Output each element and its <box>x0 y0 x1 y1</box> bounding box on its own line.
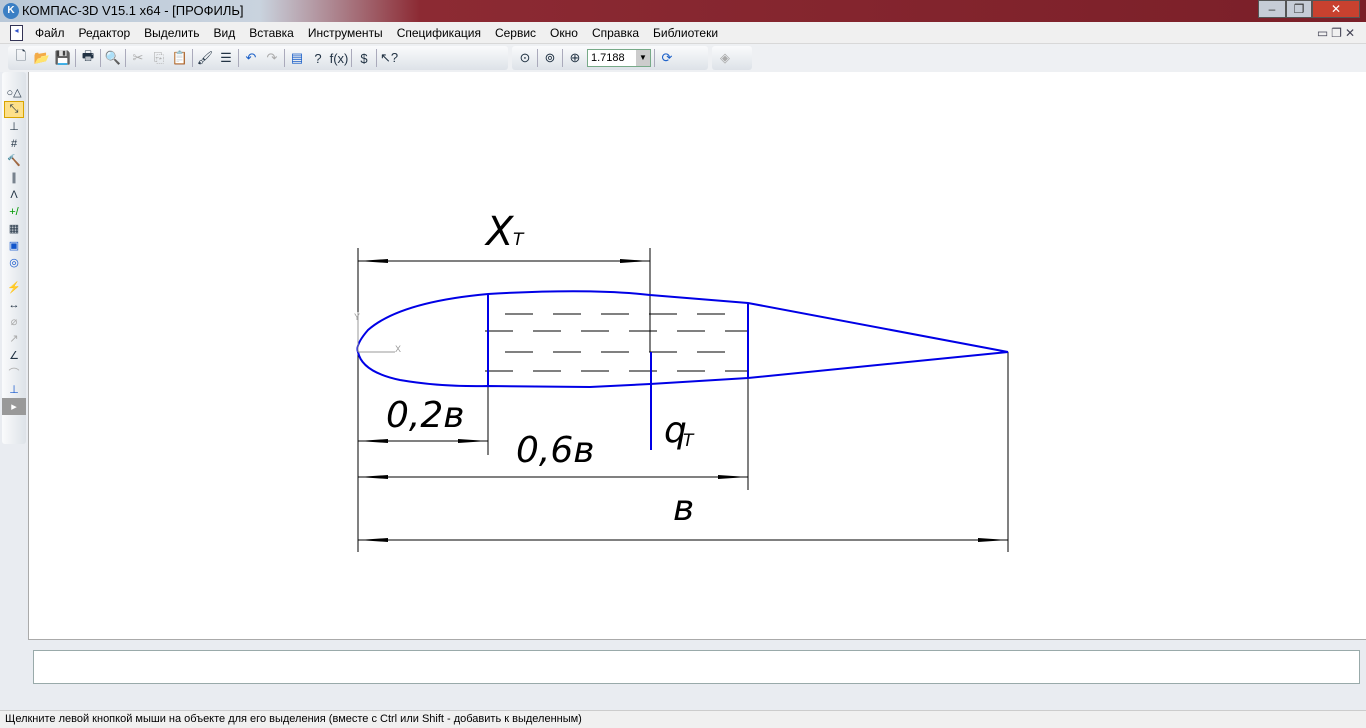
height-dimension-icon[interactable]: ⊥ <box>4 381 24 398</box>
constraints-icon[interactable]: ∥ <box>4 169 24 186</box>
menu-bar: ◂ Файл Редактор Выделить Вид Вставка Инс… <box>0 22 1366 44</box>
expand-toolbar-icon[interactable]: ▸ <box>2 398 26 415</box>
menu-libraries[interactable]: Библиотеки <box>653 26 718 40</box>
editing-icon[interactable]: # <box>4 135 24 152</box>
measure-icon[interactable]: Λ <box>4 186 24 203</box>
print-icon[interactable]: 🖶 <box>79 48 97 67</box>
linear-dimension-icon[interactable]: ↔ <box>4 296 24 313</box>
zoom-dynamic-icon[interactable]: ⊚ <box>541 49 559 67</box>
compact-toolbar: ○△ ⤡ ⊥ # 🔨 ∥ Λ +/ ▦ ▣ ◎ ⚡ ↔ ⌀ ↗ ∠ ⌒ ⊥ ▸ <box>2 72 26 444</box>
new-document-icon[interactable]: 🗋 <box>12 48 30 67</box>
menu-insert[interactable]: Вставка <box>249 26 294 40</box>
units-icon[interactable]: $ <box>355 49 373 67</box>
geometry-icon[interactable]: ○△ <box>4 84 24 101</box>
report-icon[interactable]: ▣ <box>4 237 24 254</box>
menu-view[interactable]: Вид <box>214 26 236 40</box>
zoom-level-select[interactable]: 1.7188 ▼ <box>587 49 651 67</box>
preview-icon[interactable]: 🔍 <box>104 49 122 67</box>
status-hint: Щелкните левой кнопкой мыши на объекте д… <box>5 713 582 725</box>
command-input[interactable] <box>33 650 1360 684</box>
menu-select[interactable]: Выделить <box>144 26 199 40</box>
zoom-in-icon[interactable]: ⊕ <box>566 49 584 67</box>
menu-window[interactable]: Окно <box>550 26 578 40</box>
dimensions-icon[interactable]: ⤡ <box>4 101 24 118</box>
angular-dimension-icon[interactable]: ∠ <box>4 347 24 364</box>
context-help-icon[interactable]: ↖? <box>380 49 398 67</box>
format-brush-icon[interactable]: 🖌 <box>196 49 214 67</box>
properties-panel <box>28 642 1366 708</box>
radial-dimension-icon[interactable]: ↗ <box>4 330 24 347</box>
auto-dimension-icon[interactable]: ⚡ <box>4 279 24 296</box>
properties-icon[interactable]: ☰ <box>217 49 235 67</box>
insert-view-icon[interactable]: ◎ <box>4 254 24 271</box>
chevron-down-icon[interactable]: ▼ <box>636 50 650 66</box>
window-title: КОМПАС-3D V15.1 x64 - [ПРОФИЛЬ] <box>22 3 244 18</box>
kompas-logo-icon: K <box>3 3 19 19</box>
menu-edit[interactable]: Редактор <box>79 26 131 40</box>
disabled-tool-icon[interactable]: ◈ <box>716 49 734 67</box>
status-bar: Щелкните левой кнопкой мыши на объекте д… <box>0 710 1366 728</box>
undo-icon[interactable]: ↶ <box>242 49 260 67</box>
menu-tools[interactable]: Инструменты <box>308 26 383 40</box>
menu-file[interactable]: Файл <box>35 26 65 40</box>
manager-icon[interactable]: ▤ <box>288 49 306 67</box>
arc-dimension-icon[interactable]: ⌒ <box>4 364 24 381</box>
variables-icon[interactable]: ? <box>309 49 327 67</box>
diameter-dimension-icon[interactable]: ⌀ <box>4 313 24 330</box>
mdi-controls[interactable]: ▭❐✕ <box>1317 26 1358 40</box>
paste-icon[interactable]: 📋 <box>171 49 189 67</box>
selection-icon[interactable]: +/ <box>4 203 24 220</box>
zoom-window-icon[interactable]: ⊙ <box>516 49 534 67</box>
menu-service[interactable]: Сервис <box>495 26 536 40</box>
close-button[interactable]: ✕ <box>1312 0 1360 18</box>
title-bar: K КОМПАС-3D V15.1 x64 - [ПРОФИЛЬ] – ❐ ✕ <box>0 0 1366 22</box>
spec-icon[interactable]: ▦ <box>4 220 24 237</box>
maximize-button[interactable]: ❐ <box>1286 0 1312 18</box>
parametrization-icon[interactable]: 🔨 <box>4 152 24 169</box>
cut-icon[interactable]: ✂ <box>129 49 147 67</box>
copy-icon[interactable]: ⎘ <box>150 49 168 67</box>
save-icon[interactable]: 💾 <box>54 49 72 67</box>
toolbar: 🗋 📂 💾 🖶 🔍 ✂ ⎘ 📋 🖌 ☰ ↶ ↷ ▤ ? f(x) $ ↖? ⊙ … <box>0 44 1366 72</box>
minimize-button[interactable]: – <box>1258 0 1286 18</box>
zoom-level-value: 1.7188 <box>591 52 625 64</box>
menu-specification[interactable]: Спецификация <box>397 26 481 40</box>
document-icon[interactable]: ◂ <box>10 25 23 41</box>
menu-help[interactable]: Справка <box>592 26 639 40</box>
designations-icon[interactable]: ⊥ <box>4 118 24 135</box>
redo-icon[interactable]: ↷ <box>263 49 281 67</box>
fx-icon[interactable]: f(x) <box>330 49 349 67</box>
refresh-icon[interactable]: ⟳ <box>658 49 676 67</box>
drawing-canvas[interactable] <box>28 72 1366 640</box>
open-icon[interactable]: 📂 <box>33 49 51 67</box>
